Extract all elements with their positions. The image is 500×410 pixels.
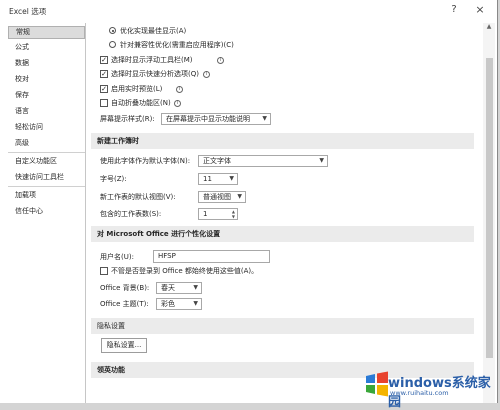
quick-analysis-label: 选择时显示快速分析选项(Q): [111, 70, 199, 78]
nav-item-general[interactable]: 常规: [8, 26, 85, 39]
font-size-select[interactable]: 11 ▼: [198, 173, 238, 185]
mini-toolbar-checkbox[interactable]: ✓: [100, 56, 108, 64]
nav-item-save[interactable]: 保存: [8, 89, 85, 102]
nav-item-customize-ribbon[interactable]: 自定义功能区: [8, 155, 85, 168]
close-button[interactable]: ×: [472, 3, 488, 17]
office-background-select[interactable]: 春天 ▼: [156, 282, 202, 294]
default-font-select[interactable]: 正文字体 ▼: [198, 155, 328, 167]
live-preview-checkbox[interactable]: ✓: [100, 85, 108, 93]
info-icon[interactable]: i: [174, 100, 181, 107]
info-icon[interactable]: i: [203, 71, 210, 78]
info-icon[interactable]: i: [176, 86, 183, 93]
office-theme-value: 彩色: [161, 300, 175, 308]
nav-item-language[interactable]: 语言: [8, 105, 85, 118]
window-title: Excel 选项: [9, 7, 47, 16]
chevron-down-icon: ▼: [319, 157, 324, 164]
chevron-down-icon: ▼: [193, 284, 198, 291]
scroll-up-arrow-icon[interactable]: ▲: [483, 23, 495, 33]
sheet-count-spinner[interactable]: 1 ▲ ▼: [198, 208, 238, 220]
mini-toolbar-label: 选择时显示浮动工具栏(M): [111, 56, 193, 64]
quick-analysis-checkbox[interactable]: ✓: [100, 70, 108, 78]
collapse-ribbon-checkbox[interactable]: [100, 99, 108, 107]
optimize-compat-label: 针对兼容性优化(需重启应用程序)(C): [120, 41, 234, 49]
section-header: 新建工作簿时: [97, 137, 139, 145]
always-use-values-checkbox[interactable]: [100, 267, 108, 275]
watermark-logo: windows系统家园 www.ruihaitu.com: [362, 365, 500, 410]
section-privacy: 隐私设置: [91, 318, 474, 334]
office-theme-label: Office 主题(T):: [100, 300, 149, 308]
font-size-label: 字号(Z):: [100, 175, 127, 183]
chevron-down-icon: ▼: [237, 193, 242, 200]
screentip-style-label: 屏幕提示样式(R):: [100, 115, 155, 123]
nav-item-accessibility[interactable]: 轻松访问: [8, 121, 85, 134]
screentip-style-value: 在屏幕提示中显示功能说明: [166, 115, 250, 123]
category-nav: 常规 公式 数据 校对 保存 语言 轻松访问 高级 自定义功能区 快速访问工具栏…: [8, 23, 86, 403]
username-label: 用户名(U):: [100, 253, 134, 261]
nav-item-advanced[interactable]: 高级: [8, 137, 85, 150]
sheet-count-value: 1: [203, 210, 208, 218]
optimize-compat-radio[interactable]: [109, 41, 116, 48]
title-bar: Excel 选项 ? ×: [0, 0, 497, 22]
office-background-value: 春天: [161, 284, 175, 292]
optimize-display-label: 优化实现最佳显示(A): [120, 27, 187, 35]
office-theme-select[interactable]: 彩色 ▼: [156, 298, 202, 310]
privacy-settings-button[interactable]: 隐私设置...: [101, 338, 147, 353]
info-icon[interactable]: i: [217, 57, 224, 64]
nav-item-data[interactable]: 数据: [8, 57, 85, 70]
section-header: 隐私设置: [97, 322, 125, 330]
section-header: 领英功能: [97, 366, 125, 374]
default-font-value: 正文字体: [203, 157, 231, 165]
default-view-value: 普通视图: [203, 193, 231, 201]
scrollbar-thumb[interactable]: [486, 58, 493, 358]
sheet-count-label: 包含的工作表数(S):: [100, 210, 162, 218]
chevron-down-icon: ▼: [262, 115, 267, 122]
nav-item-add-ins[interactable]: 加载项: [8, 189, 85, 202]
chevron-down-icon: ▼: [193, 300, 198, 307]
windows-logo-icon: [366, 371, 388, 397]
default-view-select[interactable]: 普通视图 ▼: [198, 191, 246, 203]
spinner-arrows-icon[interactable]: ▲ ▼: [232, 209, 235, 219]
screentip-style-select[interactable]: 在屏幕提示中显示功能说明 ▼: [161, 113, 271, 125]
nav-item-formulas[interactable]: 公式: [8, 41, 85, 54]
excel-options-dialog: Excel 选项 ? × 常规 公式 数据 校对 保存 语言 轻松访问 高级 自…: [0, 0, 498, 403]
nav-item-proofing[interactable]: 校对: [8, 73, 85, 86]
always-use-values-label: 不管是否登录到 Office 都始终使用这些值(A)。: [111, 267, 259, 275]
office-background-label: Office 背景(B):: [100, 284, 150, 292]
nav-item-quick-access-toolbar[interactable]: 快速访问工具栏: [8, 171, 85, 184]
section-header: 对 Microsoft Office 进行个性化设置: [97, 230, 221, 238]
default-font-label: 使用此字体作为默认字体(N):: [100, 157, 191, 165]
nav-divider: [8, 186, 85, 187]
username-input[interactable]: HFSP: [153, 250, 270, 263]
default-view-label: 新工作表的默认视图(V):: [100, 193, 176, 201]
section-personalize: 对 Microsoft Office 进行个性化设置: [91, 226, 474, 242]
watermark-url: www.ruihaitu.com: [390, 389, 449, 397]
nav-item-trust-center[interactable]: 信任中心: [8, 205, 85, 218]
live-preview-label: 启用实时预览(L): [111, 85, 163, 93]
nav-divider: [8, 152, 85, 153]
optimize-display-radio[interactable]: [109, 27, 116, 34]
section-new-workbook: 新建工作簿时: [91, 133, 474, 149]
chevron-down-icon: ▼: [229, 175, 234, 182]
collapse-ribbon-label: 自动折叠功能区(N): [111, 99, 171, 107]
help-button[interactable]: ?: [446, 3, 462, 17]
font-size-value: 11: [203, 175, 212, 183]
